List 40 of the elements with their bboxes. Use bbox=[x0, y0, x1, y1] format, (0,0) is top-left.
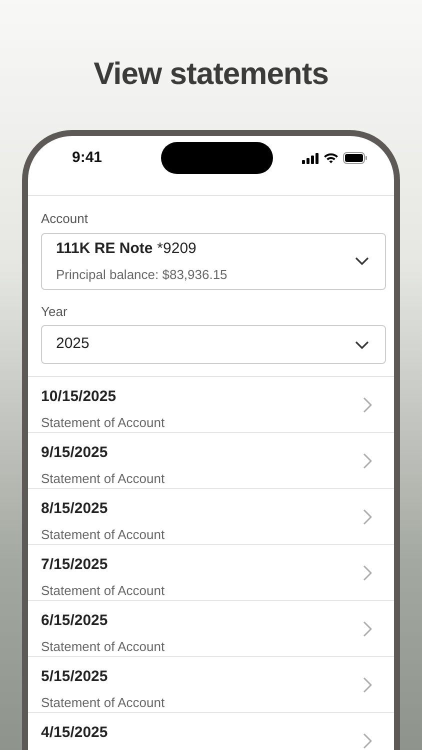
statement-date: 4/15/2025 bbox=[41, 723, 108, 743]
statement-row[interactable]: 9/15/2025 Statement of Account bbox=[28, 433, 394, 489]
headline: View statements bbox=[92, 55, 330, 93]
account-select[interactable]: 111K RE Note *9209 Principal balance: $83,936.15 bbox=[41, 232, 386, 290]
principal-balance: Principal balance: $83,936.15 bbox=[56, 266, 228, 284]
field-label: Account bbox=[41, 210, 89, 228]
chevron-right-icon bbox=[363, 620, 372, 636]
statement-title: Statement of Account bbox=[41, 470, 165, 488]
signal-icon bbox=[302, 152, 319, 164]
year-select[interactable]: 2025 bbox=[41, 325, 386, 364]
chevron-down-icon bbox=[355, 340, 369, 348]
statement-date: 9/15/2025 bbox=[41, 443, 109, 463]
chevron-right-icon bbox=[363, 732, 372, 748]
chevron-right-icon bbox=[363, 452, 372, 468]
chevron-right-icon bbox=[363, 508, 372, 524]
statement-row[interactable]: 7/15/2025 Statement of Account bbox=[28, 545, 394, 601]
statement-title: Statement of Account bbox=[41, 582, 165, 600]
statement-row[interactable]: 10/15/2025 Statement of Account bbox=[28, 377, 394, 433]
statement-date: 8/15/2025 bbox=[41, 499, 109, 519]
battery-icon bbox=[343, 152, 368, 164]
statement-title: Statement of Account bbox=[41, 638, 165, 656]
statement-row[interactable]: 8/15/2025 Statement of Account bbox=[28, 489, 394, 545]
statement-date: 10/15/2025 bbox=[41, 387, 118, 407]
statement-date: 6/15/2025 bbox=[41, 611, 109, 631]
statement-date: 5/15/2025 bbox=[41, 667, 109, 687]
account-name: 111K RE Note *9209 bbox=[56, 239, 198, 260]
statement-row[interactable]: 6/15/2025 Statement of Account bbox=[28, 601, 394, 657]
chevron-down-icon bbox=[355, 257, 369, 265]
field-label: Year bbox=[41, 302, 68, 320]
statement-title: Statement of Account bbox=[41, 526, 165, 544]
statement-row[interactable]: 5/15/2025 Statement of Account bbox=[28, 657, 394, 713]
statement-date: 7/15/2025 bbox=[41, 555, 109, 575]
statement-row[interactable]: 4/15/2025 bbox=[28, 713, 394, 750]
statement-title: Statement of Account bbox=[41, 694, 165, 712]
statement-title: Statement of Account bbox=[41, 414, 165, 432]
chevron-right-icon bbox=[363, 676, 372, 692]
wifi-icon bbox=[323, 152, 339, 164]
status-time: 9:41 bbox=[72, 148, 104, 168]
chevron-right-icon bbox=[363, 564, 372, 580]
chevron-right-icon bbox=[363, 396, 372, 412]
